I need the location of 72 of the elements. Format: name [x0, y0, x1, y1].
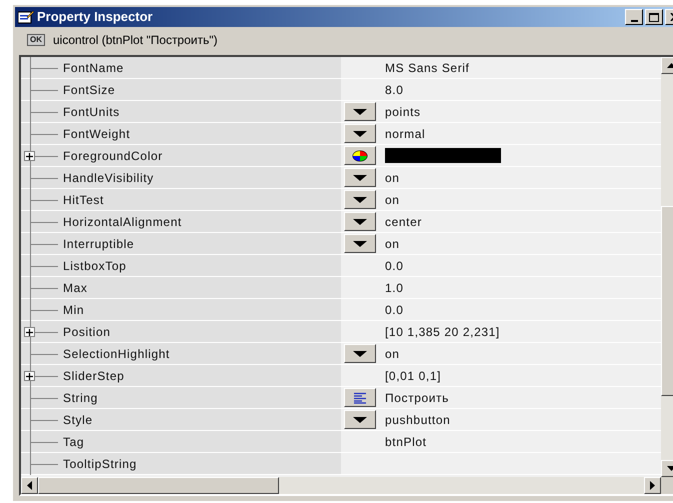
caret-icon [353, 108, 367, 114]
expand-icon[interactable] [24, 371, 35, 381]
caret-icon [353, 196, 367, 202]
property-name: Tag [63, 434, 84, 450]
property-name: Max [63, 280, 88, 296]
object-icon: OK [27, 34, 45, 46]
property-name: FontSize [63, 82, 116, 98]
property-name: TooltipString [63, 456, 137, 472]
maximize-button[interactable] [645, 9, 663, 25]
down-arrow-icon [666, 466, 673, 471]
property-name: String [63, 390, 98, 406]
property-value: 0.0 [385, 258, 404, 274]
property-name: SliderStep [63, 368, 124, 384]
property-value: normal [385, 126, 426, 142]
dropdown-button[interactable] [344, 102, 376, 121]
minimize-button[interactable] [625, 9, 643, 25]
left-arrow-icon [27, 481, 32, 490]
caret-icon [353, 130, 367, 136]
expand-icon[interactable] [24, 151, 35, 161]
property-value: on [385, 346, 400, 362]
property-name: Position [63, 324, 110, 340]
property-name: Min [63, 302, 84, 318]
expand-icon[interactable] [24, 327, 35, 337]
property-name: FontUnits [63, 104, 120, 120]
property-value: points [385, 104, 421, 120]
property-value: 1.0 [385, 280, 404, 296]
property-value: 8.0 [385, 82, 404, 98]
property-value: btnPlot [385, 434, 427, 450]
text-edit-button[interactable] [344, 388, 376, 407]
property-name: HorizontalAlignment [63, 214, 182, 230]
property-value: MS Sans Serif [385, 60, 470, 76]
property-value: [10 1,385 20 2,231] [385, 324, 500, 340]
property-name: Interruptible [63, 236, 134, 252]
property-name: ForegroundColor [63, 148, 163, 164]
property-value: [0,01 0,1] [385, 368, 442, 384]
property-name: FontWeight [63, 126, 130, 142]
property-value: Построить [385, 390, 449, 406]
caret-icon [353, 218, 367, 224]
dropdown-button[interactable] [344, 344, 376, 363]
color-wheel-icon [352, 150, 368, 162]
up-arrow-icon [666, 63, 673, 68]
property-name: Style [63, 412, 93, 428]
property-name: SelectionHighlight [63, 346, 170, 362]
property-value: on [385, 192, 400, 208]
object-label: uicontrol (btnPlot "Построить") [53, 32, 218, 49]
dropdown-button[interactable] [344, 234, 376, 253]
dropdown-button[interactable] [344, 168, 376, 187]
property-name: HandleVisibility [63, 170, 154, 186]
caret-icon [353, 350, 367, 356]
property-value: on [385, 236, 400, 252]
property-value: center [385, 214, 422, 230]
caret-icon [353, 240, 367, 246]
dropdown-button[interactable] [344, 124, 376, 143]
property-value: 0.0 [385, 302, 404, 318]
caret-icon [353, 416, 367, 422]
caret-icon [353, 174, 367, 180]
dropdown-button[interactable] [344, 190, 376, 209]
property-name: ListboxTop [63, 258, 126, 274]
property-value: pushbutton [385, 412, 450, 428]
color-wheel-button[interactable] [344, 146, 376, 165]
dropdown-button[interactable] [344, 410, 376, 429]
window-title: Property Inspector [37, 8, 153, 26]
scroll-left-button[interactable] [21, 477, 38, 494]
property-name: HitTest [63, 192, 104, 208]
dropdown-button[interactable] [344, 212, 376, 231]
property-name: FontName [63, 60, 124, 76]
property-value: on [385, 170, 400, 186]
scroll-thumb[interactable] [38, 477, 279, 494]
inspector-icon [18, 10, 34, 24]
text-lines-icon [353, 392, 367, 404]
scroll-right-button[interactable] [644, 477, 661, 494]
right-arrow-icon [650, 481, 655, 490]
